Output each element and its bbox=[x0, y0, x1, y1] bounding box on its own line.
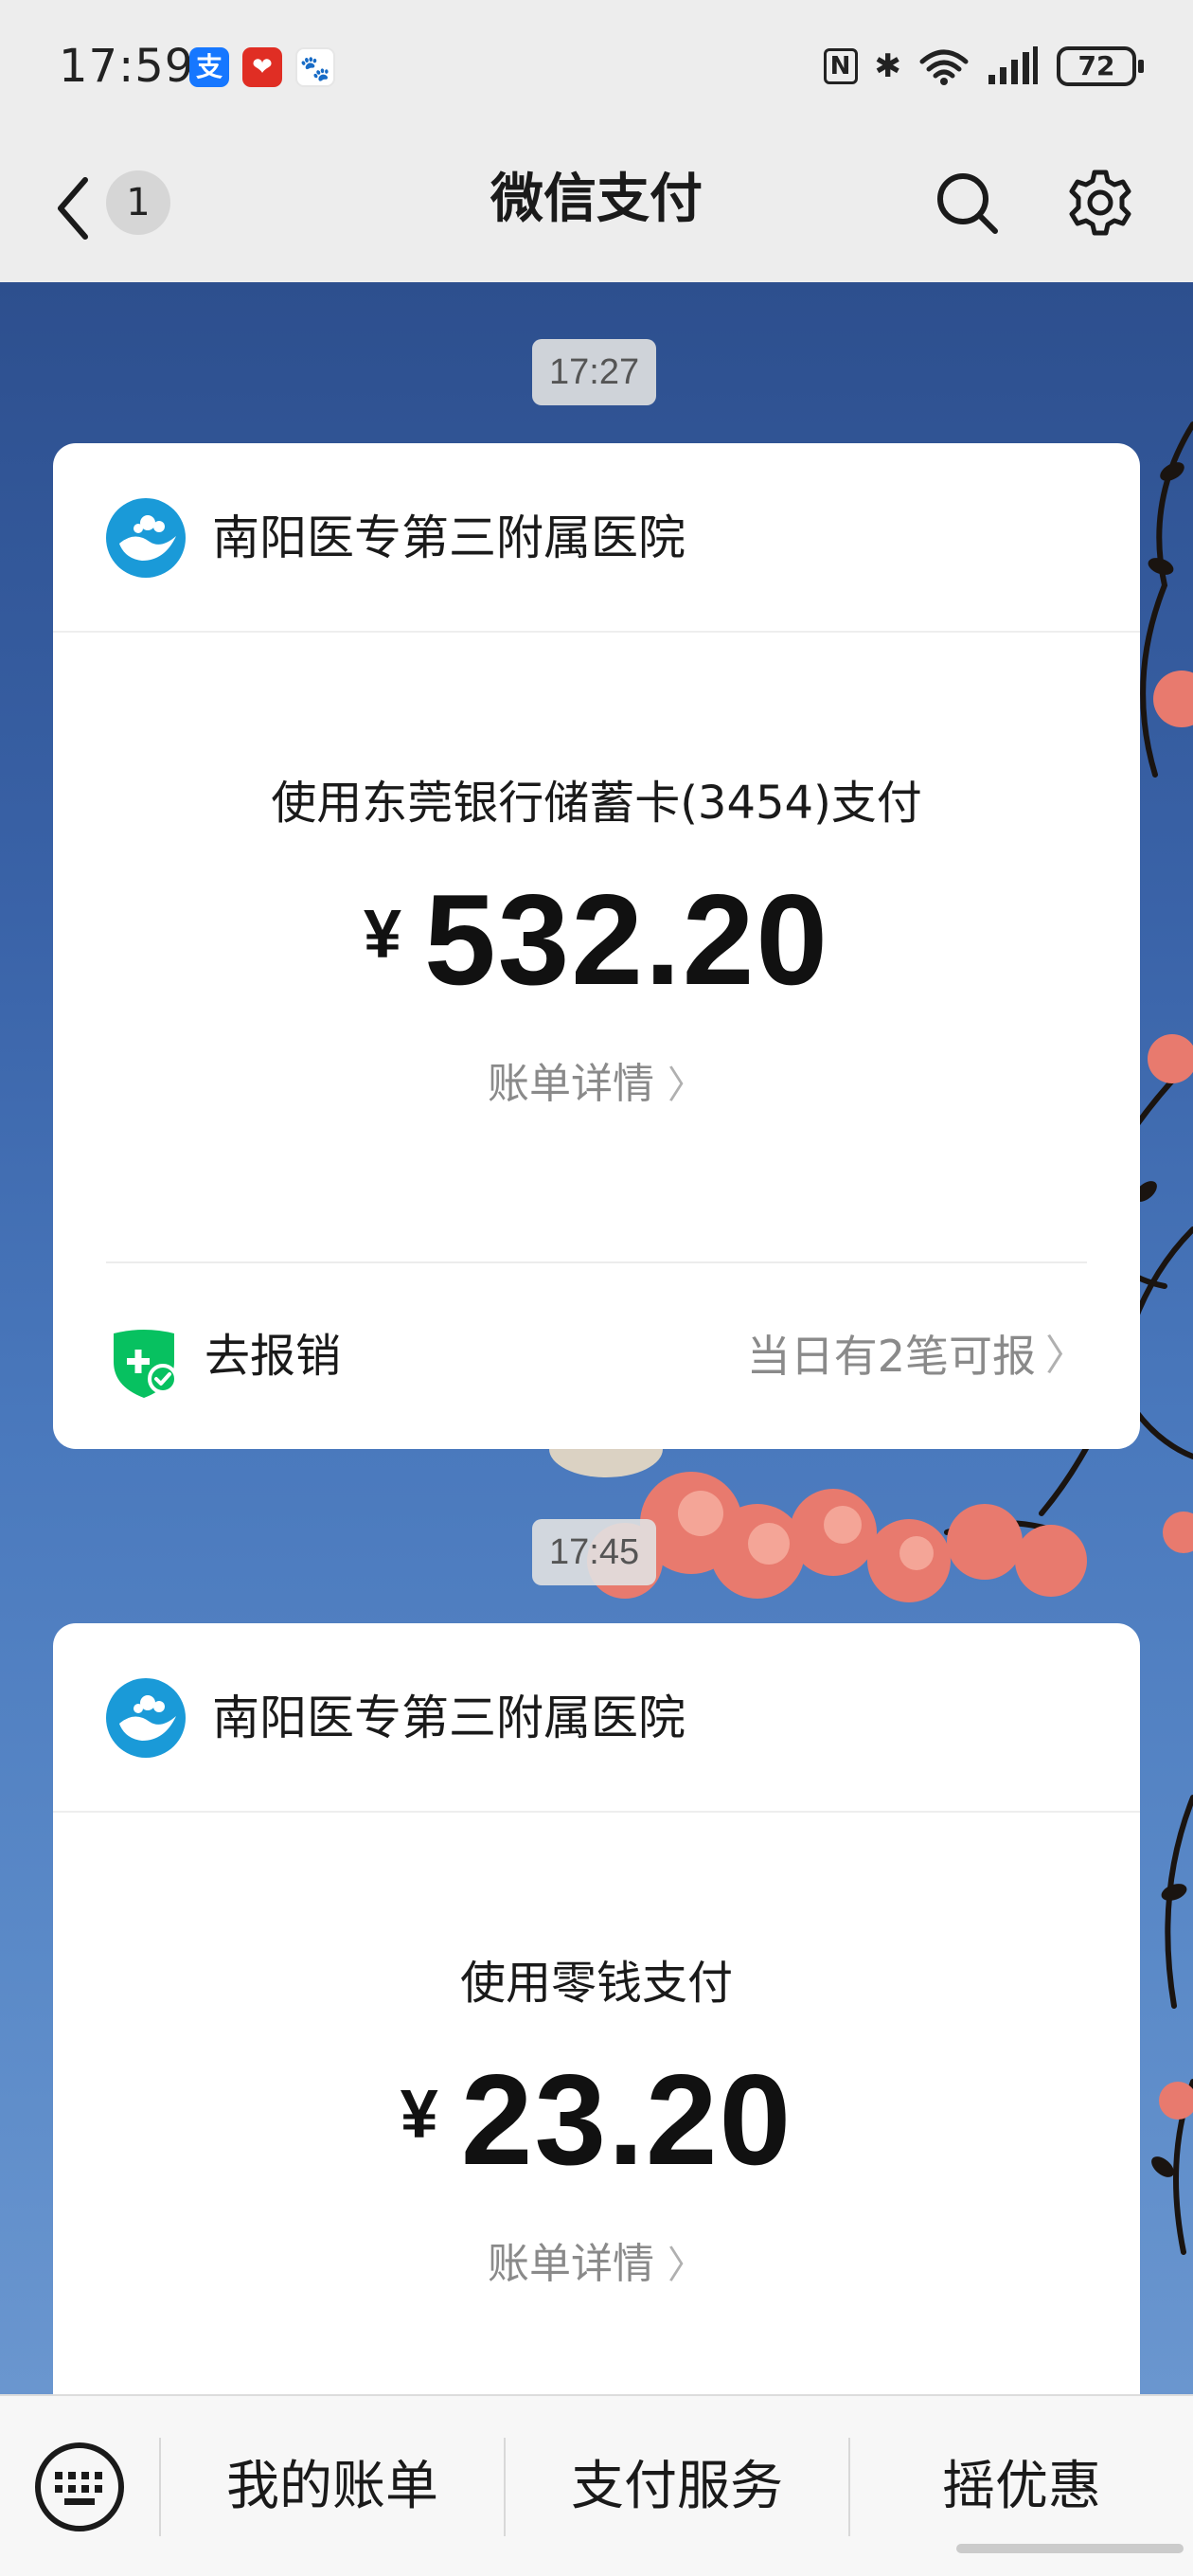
currency-symbol: ¥ bbox=[363, 897, 402, 973]
nav-bar: 1 微信支付 bbox=[0, 133, 1193, 282]
reimburse-label: 去报销 bbox=[205, 1330, 342, 1383]
bill-detail-label: 账单详情 bbox=[488, 2240, 654, 2288]
menu-payment-services[interactable]: 支付服务 bbox=[506, 2396, 848, 2576]
settings-button[interactable] bbox=[1064, 167, 1136, 239]
search-icon bbox=[937, 173, 998, 234]
status-time: 17:59 bbox=[59, 40, 195, 93]
keyboard-toggle-button[interactable] bbox=[32, 2440, 127, 2534]
nfc-icon: N bbox=[823, 48, 858, 84]
hospital-logo-icon bbox=[106, 1678, 186, 1758]
status-indicators: N ✱ 72 bbox=[823, 42, 1144, 91]
chevron-right-icon: 〉 bbox=[668, 2244, 705, 2287]
payment-card[interactable]: 南阳医专第三附属医院 使用零钱支付 ¥23.20 账单详情〉 bbox=[53, 1623, 1140, 2394]
gear-icon bbox=[1069, 170, 1131, 236]
search-button[interactable] bbox=[933, 169, 1001, 237]
battery-indicator: 72 bbox=[1057, 46, 1144, 86]
chevron-right-icon: 〉 bbox=[668, 1064, 705, 1107]
bill-detail-label: 账单详情 bbox=[488, 1060, 654, 1108]
page-title: 微信支付 bbox=[490, 169, 703, 230]
payment-method: 使用零钱支付 bbox=[459, 1957, 733, 2010]
merchant-name: 南阳医专第三附属医院 bbox=[212, 510, 686, 565]
bill-detail-link[interactable]: 账单详情〉 bbox=[53, 2229, 1140, 2290]
bluetooth-icon: ✱ bbox=[874, 47, 902, 85]
currency-symbol: ¥ bbox=[400, 2077, 438, 2153]
merchant-name: 南阳医专第三附属医院 bbox=[212, 1690, 686, 1745]
chat-area[interactable]: 17:27 南阳医专第三附属医院 使用东莞银行储蓄卡(3454)支付 ¥532.… bbox=[0, 282, 1193, 2394]
message-timestamp: 17:27 bbox=[532, 339, 657, 405]
keyboard-icon bbox=[35, 2442, 124, 2531]
unread-count-badge[interactable]: 1 bbox=[106, 170, 170, 235]
payment-amount: ¥532.20 bbox=[53, 866, 1140, 1013]
status-bar: 17:59 支 ❤ 🐾 N ✱ 72 bbox=[0, 0, 1193, 133]
back-button[interactable] bbox=[47, 172, 114, 244]
wifi-icon bbox=[919, 49, 969, 85]
reimburse-row[interactable]: 去报销 当日有2笔可报 〉 bbox=[53, 1263, 1140, 1449]
amount-value: 532.20 bbox=[424, 868, 829, 1011]
menu-my-bills[interactable]: 我的账单 bbox=[161, 2396, 504, 2576]
message-timestamp: 17:45 bbox=[532, 1519, 657, 1585]
pinduoduo-icon: ❤ bbox=[242, 47, 282, 87]
chevron-left-icon bbox=[58, 177, 88, 240]
signal-icon bbox=[988, 46, 1038, 84]
payment-card[interactable]: 南阳医专第三附属医院 使用东莞银行储蓄卡(3454)支付 ¥532.20 账单详… bbox=[53, 443, 1140, 1449]
reimburse-note: 当日有2笔可报 bbox=[746, 1331, 1036, 1382]
card-header[interactable]: 南阳医专第三附属医院 bbox=[53, 1623, 1140, 1813]
baidu-icon: 🐾 bbox=[295, 47, 335, 87]
payment-method: 使用东莞银行储蓄卡(3454)支付 bbox=[271, 777, 922, 830]
payment-amount: ¥23.20 bbox=[53, 2046, 1140, 2193]
home-indicator[interactable] bbox=[956, 2544, 1184, 2553]
card-header[interactable]: 南阳医专第三附属医院 bbox=[53, 443, 1140, 633]
bill-detail-link[interactable]: 账单详情〉 bbox=[53, 1049, 1140, 1110]
hospital-logo-icon bbox=[106, 498, 186, 578]
chevron-right-icon: 〉 bbox=[1045, 1332, 1087, 1380]
amount-value: 23.20 bbox=[460, 2048, 793, 2191]
medical-shield-icon bbox=[114, 1330, 178, 1398]
alipay-icon: 支 bbox=[189, 47, 229, 87]
